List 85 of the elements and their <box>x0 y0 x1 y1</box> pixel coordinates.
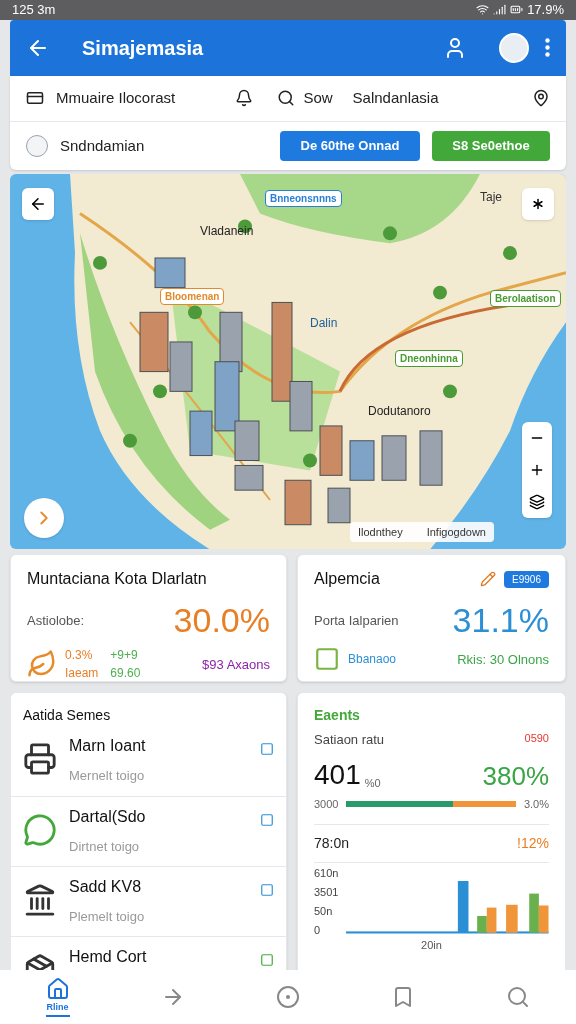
service-row[interactable]: Sadd KV8 Plemelt toigo <box>11 866 286 937</box>
bar-end-label: 3.0% <box>523 796 549 812</box>
home-icon <box>45 977 70 1002</box>
printer-icon <box>23 742 57 777</box>
checkbox-icon[interactable] <box>260 813 274 828</box>
stat-label: Porta Ialparien <box>314 612 399 631</box>
stat-title: Muntaciana Kota Dlarlatn <box>27 569 207 590</box>
building-icon <box>23 883 57 918</box>
service-subtitle: Dirtnet toigo <box>69 838 141 857</box>
events-code: 0590 <box>524 731 549 747</box>
stat-footer: Rkis: 30 Olnons <box>457 649 549 670</box>
nav-item[interactable] <box>506 985 531 1010</box>
service-name: Marn Ioant <box>69 736 147 757</box>
checkbox-icon[interactable] <box>260 953 274 968</box>
avatar[interactable] <box>499 32 529 63</box>
axis-label: 50n <box>314 905 334 919</box>
signal-icon <box>493 3 507 17</box>
bar-start-label: 3000 <box>314 796 339 812</box>
stat-title: Alpemcia <box>314 569 380 590</box>
nav-label: Rline <box>46 1001 69 1015</box>
events-percent: 380% <box>482 759 549 793</box>
map-label: Taje <box>480 188 502 206</box>
stat-detail: 69.60 <box>110 665 142 683</box>
chart-bar <box>529 893 540 934</box>
circle-icon <box>275 985 300 1010</box>
events-title: Eaents <box>314 706 361 726</box>
stat-footer: $93 Axaons <box>202 654 270 675</box>
map-footer-text: Infigogdown <box>426 524 486 540</box>
location-icon <box>26 134 48 157</box>
map-footer-text: Ilodnthey <box>358 524 403 540</box>
stat-value: 31.1% <box>452 600 549 642</box>
search-icon[interactable] <box>277 89 296 108</box>
axis-label: 610n <box>314 867 339 881</box>
checkbox-icon[interactable] <box>260 742 274 757</box>
service-subtitle: Plemelt toigo <box>69 908 146 927</box>
axis-label: 3501 <box>314 886 339 900</box>
location-label: Sndndamian <box>60 135 146 156</box>
app-title: Simajemasia <box>82 35 205 61</box>
service-subtitle: Mernelt toigo <box>69 767 146 786</box>
compass-button[interactable] <box>522 187 554 220</box>
chart-bar <box>539 905 549 934</box>
events-label: Satiaon ratu <box>314 731 385 750</box>
events-count: 401 <box>314 757 361 792</box>
stat-value: 30.0% <box>173 600 270 642</box>
action-button[interactable]: De 60the Onnad <box>280 130 420 161</box>
chart-x-label: 20in <box>420 938 443 954</box>
edit-icon[interactable] <box>480 571 497 588</box>
stat-detail: +9+9 <box>110 647 139 665</box>
checkbox-icon[interactable] <box>260 883 274 898</box>
stat-detail: Bbanaoo <box>348 651 397 669</box>
service-name: Hemd Cort <box>69 947 148 968</box>
service-row[interactable]: Marn Ioant Mernelt toigo <box>11 726 286 797</box>
map-label: Dalin <box>310 314 338 332</box>
events-unit: %0 <box>364 776 381 792</box>
stat-label: Astiolobe: <box>27 612 85 631</box>
chart-bar <box>506 905 519 934</box>
stat-detail: 0.3% <box>65 647 94 665</box>
stat-detail: Iaeam <box>65 665 99 683</box>
bell-icon[interactable] <box>235 89 254 108</box>
chat-icon <box>23 813 57 848</box>
pin-icon[interactable] <box>532 89 550 108</box>
service-name: Dartal(Sdo <box>69 807 147 828</box>
axis-label: 0 <box>314 924 322 938</box>
events-row-value: !12% <box>517 834 549 854</box>
menu-icon <box>545 38 550 58</box>
layers-icon[interactable] <box>529 493 545 510</box>
wifi-icon <box>476 3 490 17</box>
search-text[interactable]: Sow <box>303 87 333 110</box>
nav-item[interactable] <box>275 985 300 1010</box>
search-icon <box>506 985 531 1010</box>
battery-percent: 17.9% <box>527 1 564 20</box>
map-label: Dodutanoro <box>368 402 431 420</box>
stat-badge: E9906 <box>504 570 549 588</box>
chart-bar <box>458 881 469 934</box>
service-row[interactable]: Dartal(Sdo Dirtnet toigo <box>11 796 286 867</box>
menu-button[interactable] <box>545 38 550 58</box>
map-back-button[interactable] <box>22 187 54 220</box>
region-text[interactable]: Salndanlasia <box>352 87 532 110</box>
filter-label: Mmuaire Ilocorast <box>56 88 177 109</box>
services-title: Aatida Semes <box>22 706 112 726</box>
map-label: Vladanein <box>200 222 254 240</box>
events-row-label: 78:0n <box>314 834 350 854</box>
status-time: 125 3m <box>12 1 56 20</box>
nav-item[interactable]: Rline <box>45 977 70 1017</box>
service-name: Sadd KV8 <box>69 877 143 898</box>
